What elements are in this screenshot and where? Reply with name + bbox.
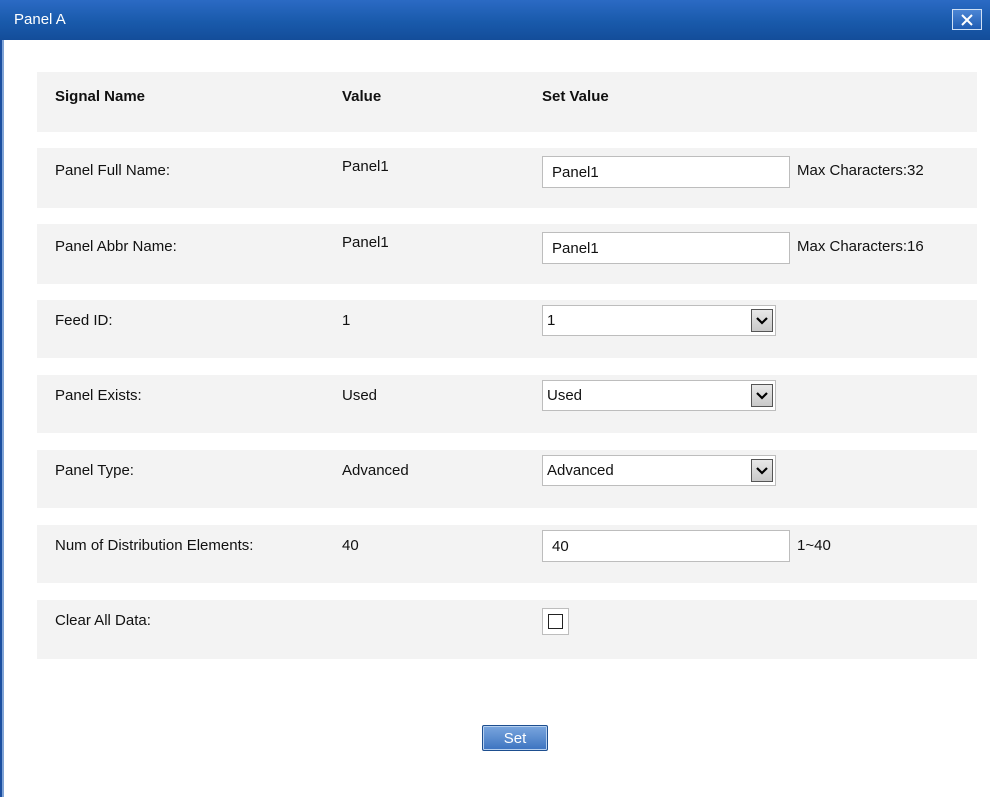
panel-type-select[interactable]: Advanced <box>542 455 776 486</box>
row-panel-abbr-name: Panel Abbr Name: Panel1 Max Characters:1… <box>37 224 977 284</box>
chevron-down-icon[interactable] <box>751 309 773 332</box>
feed-id-selected: 1 <box>547 312 556 329</box>
label-panel-type: Panel Type: <box>55 462 134 479</box>
label-panel-full-name: Panel Full Name: <box>55 162 171 179</box>
title-bar: Panel A <box>0 0 990 40</box>
row-panel-exists: Panel Exists: Used Used <box>37 375 977 433</box>
value-panel-abbr-name: Panel1 <box>342 234 389 251</box>
feed-id-select[interactable]: 1 <box>542 305 776 336</box>
row-panel-type: Panel Type: Advanced Advanced <box>37 450 977 508</box>
header-set-value: Set Value <box>542 88 609 105</box>
value-panel-exists: Used <box>342 387 378 404</box>
num-distribution-elements-input[interactable] <box>542 530 790 562</box>
panel-type-selected: Advanced <box>547 462 614 479</box>
value-panel-full-name: Panel1 <box>342 158 389 175</box>
window-title: Panel A <box>14 11 66 28</box>
row-num-distribution-elements: Num of Distribution Elements: 40 1~40 <box>37 525 977 583</box>
chevron-down-icon[interactable] <box>751 459 773 482</box>
panel-exists-select[interactable]: Used <box>542 380 776 411</box>
hint-num-distribution-elements: 1~40 <box>797 537 831 554</box>
panel-abbr-name-input[interactable] <box>542 232 790 264</box>
checkbox-box <box>548 614 563 629</box>
header-value: Value <box>342 88 382 105</box>
set-button[interactable]: Set <box>482 725 548 751</box>
hint-panel-abbr-name: Max Characters:16 <box>797 238 924 255</box>
close-button[interactable] <box>952 9 982 30</box>
row-clear-all-data: Clear All Data: <box>37 600 977 659</box>
panel-full-name-input[interactable] <box>542 156 790 188</box>
value-feed-id: 1 <box>342 312 351 329</box>
label-panel-exists: Panel Exists: <box>55 387 142 404</box>
value-panel-type: Advanced <box>342 462 409 479</box>
label-panel-abbr-name: Panel Abbr Name: <box>55 238 177 255</box>
label-num-distribution-elements: Num of Distribution Elements: <box>55 537 254 554</box>
header-signal-name: Signal Name <box>55 88 146 105</box>
label-clear-all-data: Clear All Data: <box>55 612 151 629</box>
close-icon <box>961 13 973 26</box>
chevron-down-icon[interactable] <box>751 384 773 407</box>
clear-all-data-checkbox[interactable] <box>542 608 569 635</box>
panel-exists-selected: Used <box>547 387 583 404</box>
panel-dialog: Panel A Signal Name Value Set Value Pane… <box>0 0 990 797</box>
value-num-distribution-elements: 40 <box>342 537 359 554</box>
header-row: Signal Name Value Set Value <box>37 72 977 132</box>
row-panel-full-name: Panel Full Name: Panel1 Max Characters:3… <box>37 148 977 208</box>
hint-panel-full-name: Max Characters:32 <box>797 162 924 179</box>
window-left-border <box>0 0 10 797</box>
label-feed-id: Feed ID: <box>55 312 113 329</box>
row-feed-id: Feed ID: 1 1 <box>37 300 977 358</box>
